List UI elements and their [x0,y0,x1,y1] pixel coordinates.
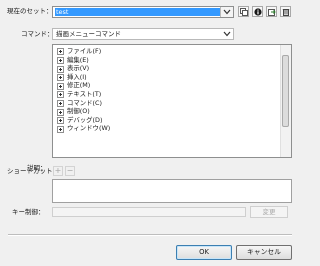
commands-label: コマンド： [21,30,54,38]
expand-plus-icon[interactable] [57,91,64,99]
tree-item[interactable]: テキスト(T) [53,90,291,99]
expand-plus-icon[interactable] [57,82,64,90]
tree-item-label: 制御(O) [67,107,90,116]
tree-item-label: コマンド(C) [67,98,103,107]
tree-item-label: 表示(V) [67,64,90,73]
key-press-field[interactable] [52,207,246,217]
import-icon [268,9,276,16]
remove-shortcut-button[interactable]: − [65,166,75,176]
tree-item-label: ファイル(F) [67,47,102,55]
duplicate-set-button[interactable] [238,6,249,17]
expand-plus-icon[interactable] [57,117,64,125]
scrollbar-thumb[interactable] [282,55,289,127]
delete-set-icon [282,9,290,16]
expand-plus-icon[interactable] [57,65,64,73]
tree-item[interactable]: 編集(E) [53,56,291,65]
shortcuts-label: ショートカット： [7,167,59,175]
expand-plus-icon[interactable] [57,48,64,56]
commands-value: 描画メニューコマンド [56,30,121,38]
tree-scrollbar[interactable] [280,45,291,157]
tree-item[interactable]: デバッグ(D) [53,116,291,125]
tree-item-label: 修正(M) [67,81,91,90]
tree-item-label: テキスト(T) [67,89,102,98]
commands-combo[interactable]: 描画メニューコマンド [52,28,234,40]
tree-item[interactable]: コマンド(C) [53,99,291,108]
current-set-label: 現在のセット： [7,7,53,15]
info-icon [254,8,262,16]
divider [8,234,292,236]
current-set-value[interactable]: test [55,8,220,16]
duplicate-set-icon [240,8,248,16]
chevron-down-icon[interactable] [220,7,233,17]
tree-item[interactable]: ウィンドウ(W) [53,124,291,133]
export-set-button[interactable] [266,6,277,17]
tree-item[interactable]: 制御(O) [53,107,291,116]
command-tree[interactable]: ファイル(F) 編集(E) 表示(V) 挿入(I) 修正(M) テキスト(T) コマンド(C… [52,44,292,158]
tree-item[interactable]: ファイル(F) [53,47,291,56]
expand-plus-icon[interactable] [57,108,64,116]
tree-item-label: 挿入(I) [67,72,87,81]
expand-plus-icon[interactable] [57,99,64,107]
current-set-combo[interactable]: test [52,6,234,18]
tree-item-label: 編集(E) [67,55,89,64]
tree-item[interactable]: 表示(V) [53,64,291,73]
change-button[interactable]: 変更 [250,206,288,218]
chevron-down-icon[interactable] [221,29,233,39]
expand-plus-icon[interactable] [57,74,64,82]
ok-button[interactable]: OK [176,245,232,260]
cancel-button[interactable]: キャンセル [236,245,292,260]
expand-plus-icon[interactable] [57,125,64,133]
key-press-label: キー制御： [12,208,45,216]
delete-set-button[interactable] [280,6,291,17]
tree-item[interactable]: 修正(M) [53,81,291,90]
rename-set-button[interactable] [252,6,263,17]
tree-item-label: デバッグ(D) [67,115,103,124]
expand-plus-icon[interactable] [57,56,64,64]
tree-item-label: ウィンドウ(W) [67,124,111,133]
add-shortcut-button[interactable]: + [53,166,63,176]
shortcut-list[interactable] [52,179,292,203]
